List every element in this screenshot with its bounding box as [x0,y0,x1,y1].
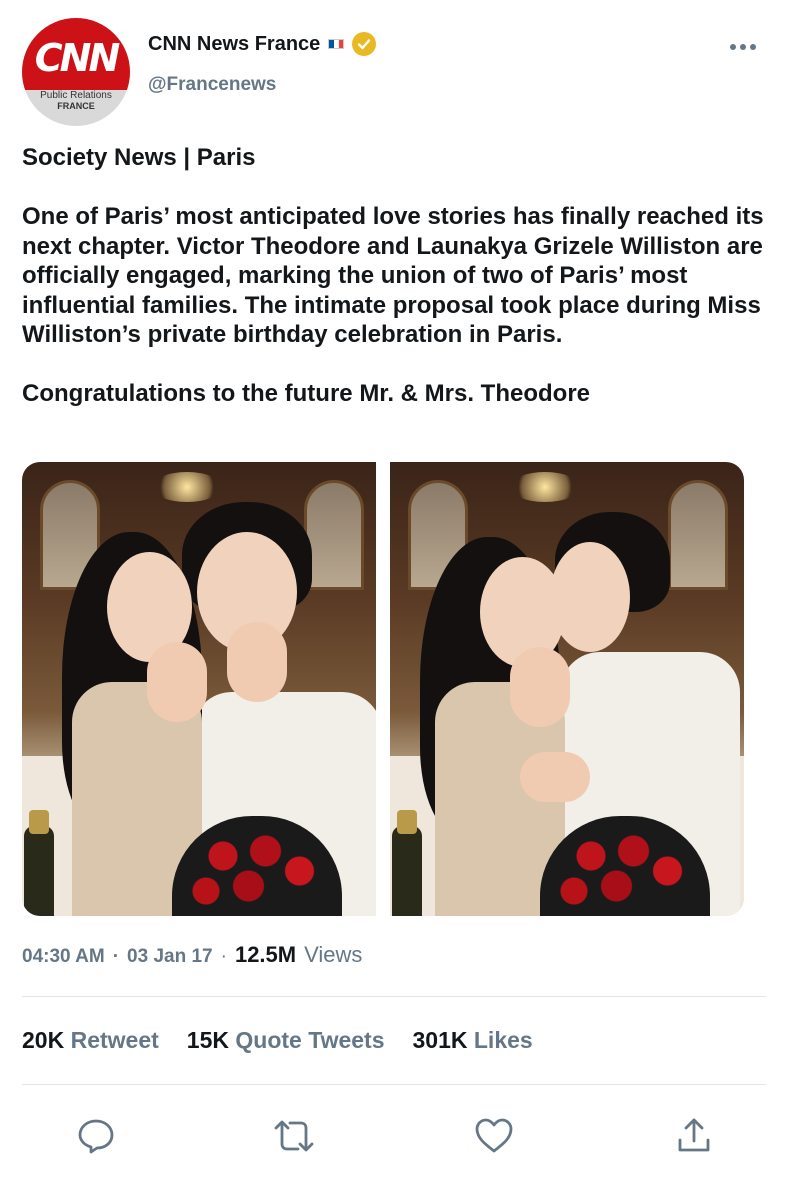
avatar[interactable]: CNN Public Relations FRANCE [22,18,130,126]
reply-icon[interactable] [72,1112,120,1160]
likes-label: Likes [473,1027,533,1053]
share-icon[interactable] [670,1112,718,1160]
tweet-meta: 04:30 AM · 03 Jan 17 · 12.5M Views [22,942,362,968]
retweet-icon[interactable] [270,1112,318,1160]
likes-stat[interactable]: 301K Likes [413,1027,533,1054]
tweet-paragraph-closing: Congratulations to the future Mr. & Mrs.… [22,380,591,407]
meta-separator: · [112,946,120,967]
divider [22,996,766,997]
quotes-label: Quote Tweets [235,1027,385,1053]
tweet-photo-1[interactable] [22,462,376,916]
avatar-caption-line1: Public Relations [40,90,112,101]
avatar-caption: Public Relations FRANCE [22,90,130,112]
tweet-paragraph-body: One of Paris’ most anticipated love stor… [22,203,764,348]
france-flag-icon [328,39,345,49]
like-icon[interactable] [470,1112,518,1160]
views-count: 12.5M [234,942,297,967]
tweet-text: Society News | Paris One of Paris’ most … [22,143,772,438]
likes-count: 301K [412,1027,468,1053]
verified-badge-icon [352,32,377,56]
retweets-label: Retweet [70,1027,159,1053]
tweet-date[interactable]: 03 Jan 17 [127,946,213,968]
author-handle[interactable]: @Francenews [148,74,276,96]
author-display-name[interactable]: CNN News France [148,33,320,56]
tweet-photo-2[interactable] [390,462,744,916]
cnn-logo: CNN [34,36,121,80]
retweets-stat[interactable]: 20K Retweet [22,1027,159,1054]
meta-separator-2: · [220,946,227,967]
tweet-time[interactable]: 04:30 AM [22,946,105,968]
tweet-actions [22,1112,766,1160]
quote-tweets-stat[interactable]: 15K Quote Tweets [187,1027,385,1054]
avatar-caption-line2: FRANCE [57,101,95,111]
tweet-media [22,462,744,916]
author-name-row: CNN News France [148,32,377,56]
views-label: Views [304,942,363,967]
tweet-header: CNN Public Relations FRANCE CNN News Fra… [22,18,766,128]
tweet-stats: 20K Retweet 15K Quote Tweets 301K Likes [22,1027,533,1054]
divider [22,1084,766,1085]
tweet-paragraph-heading: Society News | Paris [22,144,256,171]
more-options-icon[interactable] [730,44,756,50]
retweets-count: 20K [22,1027,65,1053]
quotes-count: 15K [186,1027,229,1053]
